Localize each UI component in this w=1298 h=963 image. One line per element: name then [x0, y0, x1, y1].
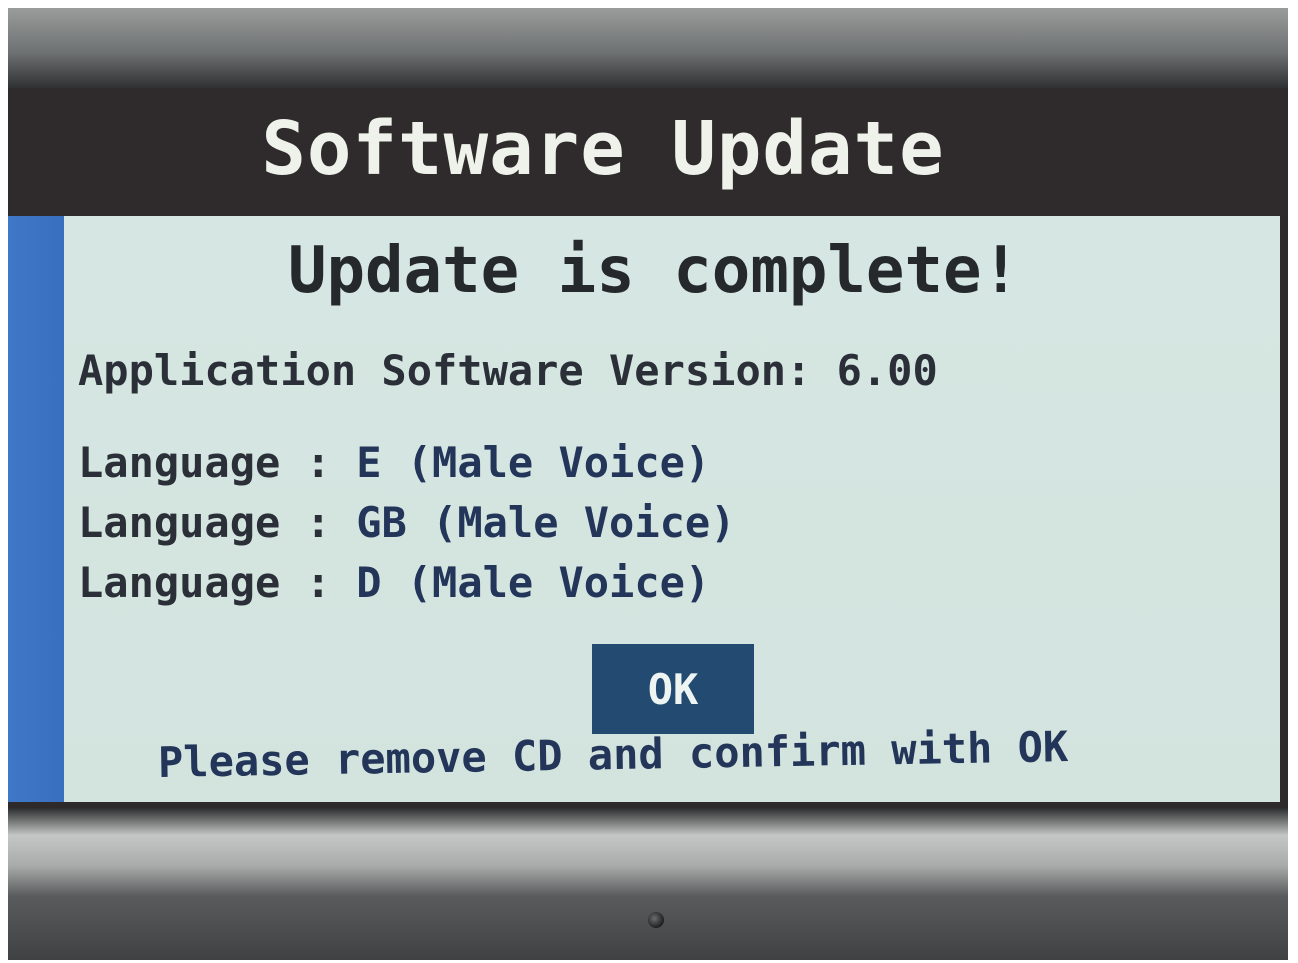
- language-row: Language : D (Male Voice): [78, 558, 710, 607]
- language-separator: :: [305, 498, 331, 547]
- language-label: Language: [78, 438, 281, 487]
- language-value: D (Male Voice): [356, 558, 711, 607]
- language-label: Language: [78, 498, 281, 547]
- language-value: E (Male Voice): [356, 438, 711, 487]
- device-bezel-top: [8, 8, 1288, 88]
- display-screen: Software Update Update is complete! Appl…: [8, 88, 1288, 808]
- device-bezel-bottom: [8, 808, 1288, 960]
- update-complete-heading: Update is complete!: [287, 234, 1021, 308]
- language-separator: :: [305, 558, 331, 607]
- screw-hole: [648, 912, 664, 928]
- title-bar: Software Update: [8, 88, 1288, 216]
- language-separator: :: [305, 438, 331, 487]
- language-row: Language : E (Male Voice): [78, 438, 710, 487]
- update-dialog: Update is complete! Application Software…: [64, 216, 1280, 802]
- software-version-line: Application Software Version: 6.00: [78, 346, 938, 395]
- remove-cd-hint: Please remove CD and confirm with OK: [157, 722, 1069, 787]
- language-row: Language : GB (Male Voice): [78, 498, 735, 547]
- device-photo: Software Update Update is complete! Appl…: [8, 8, 1288, 960]
- screen-title: Software Update: [261, 106, 945, 192]
- ok-button[interactable]: OK: [592, 644, 754, 734]
- left-accent-strip: [8, 216, 64, 802]
- language-label: Language: [78, 558, 281, 607]
- language-value: GB (Male Voice): [356, 498, 736, 547]
